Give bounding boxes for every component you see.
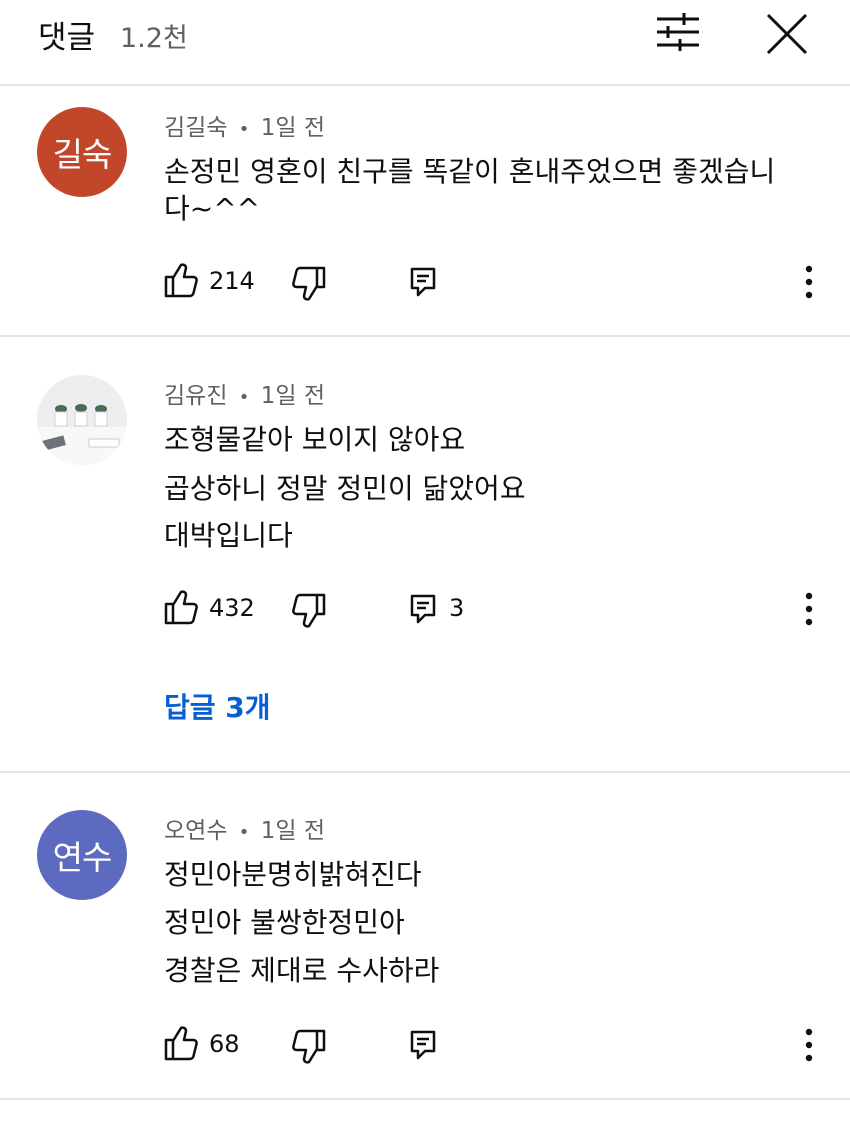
avatar-initials: 연수 bbox=[52, 838, 113, 877]
comment-divider bbox=[0, 335, 850, 337]
filter-icon[interactable] bbox=[654, 11, 702, 53]
like-icon[interactable] bbox=[164, 262, 198, 298]
avatar[interactable] bbox=[37, 375, 127, 465]
header-title: 댓글 bbox=[38, 20, 96, 56]
comment-divider bbox=[0, 1098, 850, 1100]
like-icon[interactable] bbox=[164, 1025, 198, 1061]
avatar[interactable]: 길숙 bbox=[37, 107, 127, 197]
like-count: 432 bbox=[209, 594, 255, 622]
comment-text-line: 곱상하니 정말 정민이 닮았어요 bbox=[164, 472, 526, 505]
reply-icon[interactable] bbox=[409, 593, 437, 625]
meta-separator: • bbox=[238, 119, 250, 140]
comment-text-line: 손정민 영혼이 친구를 똑같이 혼내주었으면 좋겠습니 bbox=[164, 155, 776, 188]
view-replies-link[interactable]: 답글 3개 bbox=[164, 686, 271, 726]
close-icon[interactable] bbox=[764, 13, 810, 55]
like-icon[interactable] bbox=[164, 589, 198, 625]
comment-text-line: 정민아분명히밝혀진다 bbox=[164, 858, 422, 891]
comment-text-line: 다~^^ bbox=[164, 192, 261, 225]
more-options-icon[interactable] bbox=[804, 265, 814, 299]
comment-meta: 김유진 • 1일 전 bbox=[164, 376, 325, 410]
reply-icon[interactable] bbox=[409, 1029, 437, 1061]
comments-header: 댓글 1.2천 bbox=[0, 0, 850, 86]
meta-separator: • bbox=[238, 387, 250, 408]
more-options-icon[interactable] bbox=[804, 592, 814, 626]
comment-count: 1.2천 bbox=[120, 23, 188, 54]
comment-author[interactable]: 오연수 bbox=[164, 818, 227, 844]
comment-time: 1일 전 bbox=[260, 383, 325, 409]
avatar[interactable]: 연수 bbox=[37, 810, 127, 900]
comment-author[interactable]: 김유진 bbox=[164, 383, 227, 409]
reply-count: 3 bbox=[449, 594, 465, 622]
more-options-icon[interactable] bbox=[804, 1028, 814, 1062]
comment-time: 1일 전 bbox=[260, 115, 325, 141]
dislike-icon[interactable] bbox=[292, 1029, 326, 1065]
meta-separator: • bbox=[238, 822, 250, 843]
reply-icon[interactable] bbox=[409, 266, 437, 298]
comment-author[interactable]: 김길숙 bbox=[164, 115, 227, 141]
comment-time: 1일 전 bbox=[260, 818, 325, 844]
avatar-initials: 길숙 bbox=[52, 135, 113, 174]
comment-divider bbox=[0, 771, 850, 773]
comment-text-line: 조형물같아 보이지 않아요 bbox=[164, 423, 466, 456]
like-count: 214 bbox=[209, 267, 255, 295]
dislike-icon[interactable] bbox=[292, 266, 326, 302]
dislike-icon[interactable] bbox=[292, 593, 326, 629]
comment-text-line: 정민아 불쌍한정민아 bbox=[164, 906, 405, 939]
comment-meta: 김길숙 • 1일 전 bbox=[164, 108, 325, 142]
comment-meta: 오연수 • 1일 전 bbox=[164, 811, 325, 845]
comment-text-line: 경찰은 제대로 수사하라 bbox=[164, 954, 440, 987]
like-count: 68 bbox=[209, 1030, 240, 1058]
comment-text-line: 대박입니다 bbox=[164, 519, 293, 552]
avatar-photo-icon bbox=[37, 375, 127, 465]
